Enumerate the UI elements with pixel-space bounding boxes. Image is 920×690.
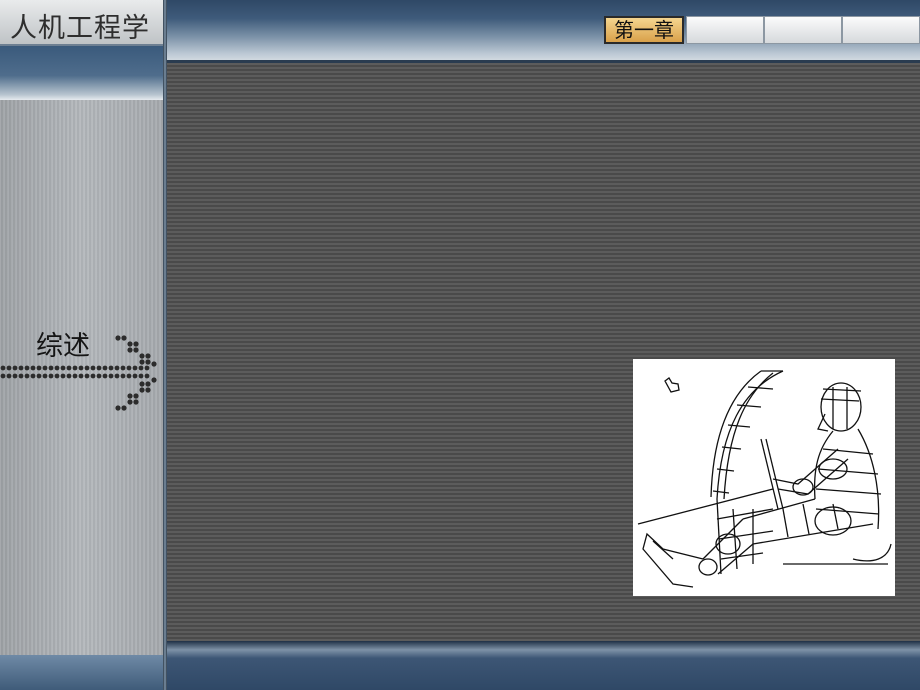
- figure-image: [633, 359, 895, 596]
- sidebar-footer: [0, 655, 163, 690]
- title-box: 人机工程学: [0, 0, 163, 46]
- tab-4[interactable]: [842, 16, 920, 44]
- footer-bar: [167, 641, 920, 690]
- tab-chapter-1[interactable]: 第一章: [604, 16, 684, 44]
- dotted-arrow-icon[interactable]: [0, 334, 163, 412]
- tab-3[interactable]: [764, 16, 842, 44]
- sidebar-header-band: [0, 46, 163, 100]
- tab-2[interactable]: [686, 16, 764, 44]
- seated-driver-wireframe-icon: [637, 370, 892, 588]
- app-title: 人机工程学: [10, 13, 150, 44]
- left-sidebar: 人机工程学 综述: [0, 0, 163, 690]
